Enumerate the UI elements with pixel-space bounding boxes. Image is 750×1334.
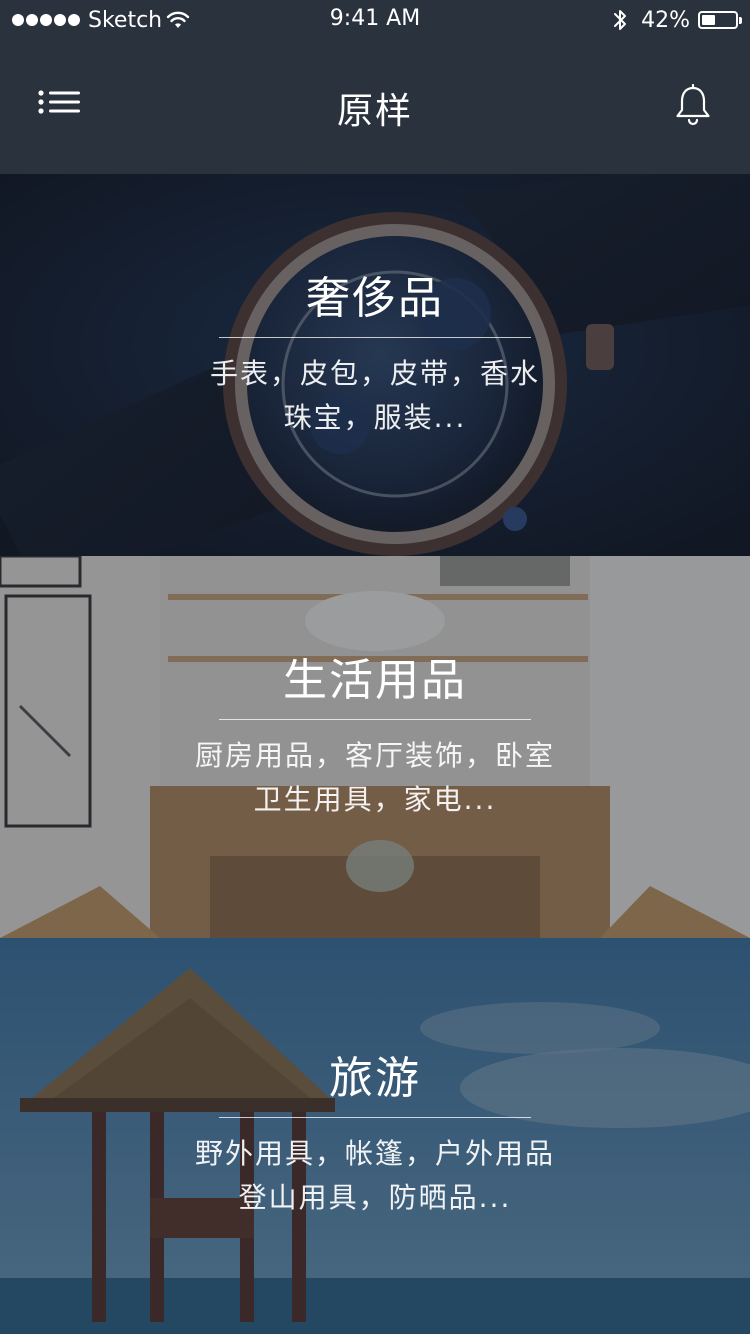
category-description-line2: 卫生用具，家电... [253, 783, 497, 816]
bell-icon[interactable] [674, 84, 712, 128]
category-description-line2: 登山用具，防晒品... [238, 1181, 512, 1214]
category-divider [219, 337, 531, 338]
category-description-line1: 手表，皮包，皮带，香水 [209, 357, 540, 390]
category-card-luxury[interactable]: 奢侈品 手表，皮包，皮带，香水 珠宝，服装... [0, 174, 750, 556]
category-description-line1: 厨房用品，客厅装饰，卧室 [194, 739, 555, 772]
category-caption: 生活用品 厨房用品，客厅装饰，卧室 卫生用具，家电... [0, 653, 750, 822]
battery-icon [698, 11, 742, 29]
category-list: 奢侈品 手表，皮包，皮带，香水 珠宝，服装... 生活用品 厨房用品，客厅装饰，… [0, 174, 750, 1334]
category-divider [219, 719, 531, 720]
battery-percentage: 42% [641, 7, 690, 33]
category-caption: 旅游 野外用具，帐篷，户外用品 登山用具，防晒品... [0, 1051, 750, 1220]
category-card-household[interactable]: 生活用品 厨房用品，客厅装饰，卧室 卫生用具，家电... [0, 556, 750, 938]
status-bar: Sketch 9:41 AM 42% [0, 0, 750, 40]
category-title: 奢侈品 [306, 273, 444, 324]
category-description-line2: 珠宝，服装... [283, 401, 467, 434]
category-title: 生活用品 [283, 655, 467, 706]
navigation-bar: 原样 [0, 40, 750, 174]
category-title: 旅游 [329, 1053, 421, 1104]
app-screen: Sketch 9:41 AM 42% 原样 奢侈品 手表，皮包，皮带，香水 珠宝… [0, 0, 750, 1334]
category-caption: 奢侈品 手表，皮包，皮带，香水 珠宝，服装... [0, 271, 750, 440]
bluetooth-icon [614, 10, 627, 30]
category-description-line1: 野外用具，帐篷，户外用品 [194, 1137, 555, 1170]
category-card-travel[interactable]: 旅游 野外用具，帐篷，户外用品 登山用具，防晒品... [0, 938, 750, 1334]
status-right: 42% [613, 6, 742, 34]
page-title: 原样 [336, 91, 413, 132]
category-divider [219, 1117, 531, 1118]
battery-level [702, 15, 715, 25]
